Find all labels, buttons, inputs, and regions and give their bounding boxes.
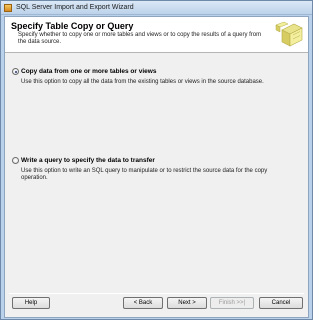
- tables-graphic-icon: [275, 21, 303, 47]
- wizard-page: Specify Table Copy or Query Specify whet…: [4, 16, 309, 318]
- write-query-radio[interactable]: [12, 157, 19, 164]
- write-query-label[interactable]: Write a query to specify the data to tra…: [21, 157, 155, 164]
- app-icon: [4, 4, 12, 12]
- next-button[interactable]: Next >: [167, 297, 207, 309]
- window-title: SQL Server Import and Export Wizard: [16, 4, 134, 11]
- back-button[interactable]: < Back: [123, 297, 163, 309]
- copy-tables-description: Use this option to copy all the data fro…: [21, 79, 264, 85]
- copy-tables-radio[interactable]: [12, 68, 19, 75]
- title-bar[interactable]: SQL Server Import and Export Wizard: [1, 1, 312, 15]
- page-description: Specify whether to copy one or more tabl…: [18, 32, 262, 45]
- footer-divider: [9, 293, 304, 294]
- copy-tables-label[interactable]: Copy data from one or more tables or vie…: [21, 68, 156, 75]
- finish-button[interactable]: Finish >>|: [210, 297, 254, 309]
- cancel-button[interactable]: Cancel: [259, 297, 303, 309]
- wizard-window: SQL Server Import and Export Wizard Spec…: [0, 0, 313, 320]
- page-header: Specify Table Copy or Query Specify whet…: [5, 17, 308, 53]
- page-title: Specify Table Copy or Query: [11, 21, 134, 31]
- write-query-description: Use this option to write an SQL query to…: [21, 168, 268, 181]
- help-button[interactable]: Help: [12, 297, 50, 309]
